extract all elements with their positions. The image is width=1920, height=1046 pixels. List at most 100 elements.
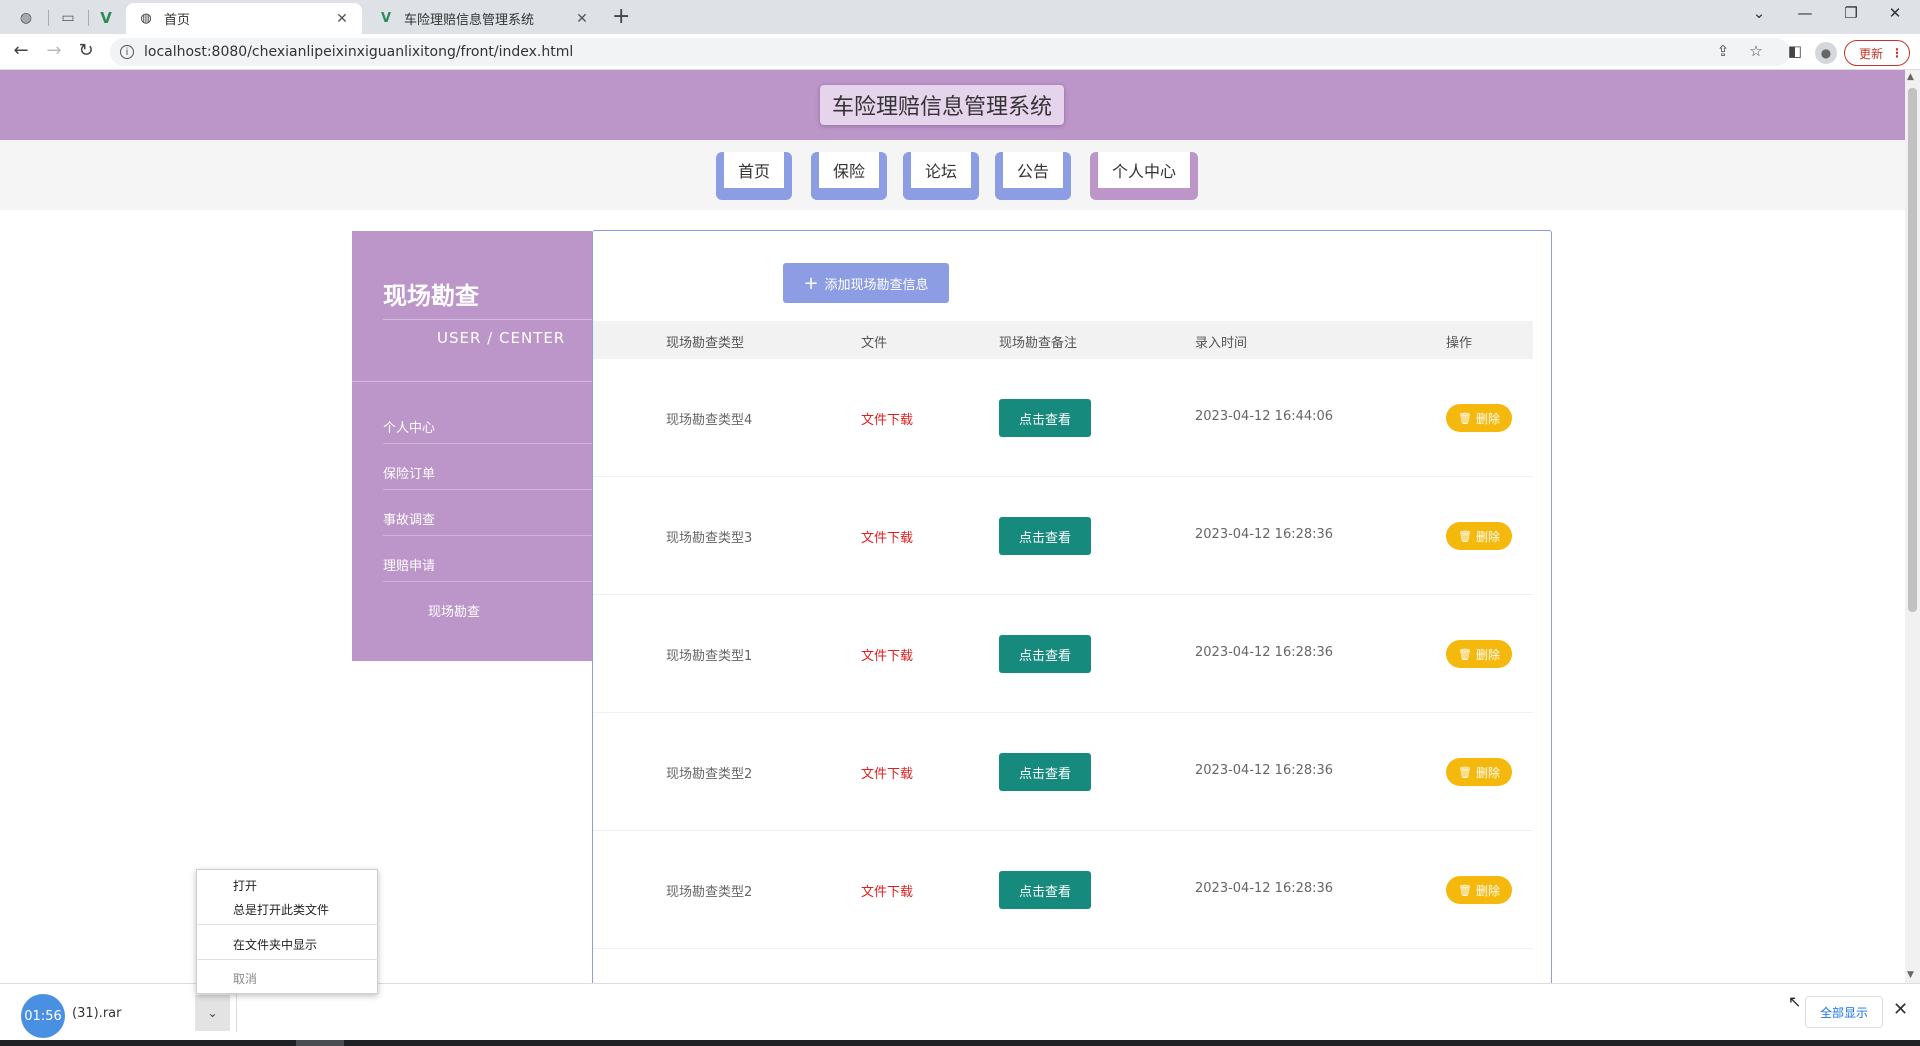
view-note-button[interactable]: 点击查看 [999,753,1091,791]
download-progress-icon[interactable]: 01:56 [21,994,65,1038]
survey-type-cell: 现场勘查类型2 [666,767,753,782]
file-download-link[interactable]: 文件下载 [861,527,913,546]
sidebar-item-insurance-orders[interactable]: 保险订单 [383,463,435,482]
menu-item-cancel[interactable]: 取消 [233,970,257,987]
add-survey-label: 添加现场勘查信息 [824,277,929,293]
forward-icon[interactable]: → [41,40,67,61]
view-note-button[interactable]: 点击查看 [999,871,1091,909]
table-row: 现场勘查类型1 文件下载 点击查看 2023-04-12 16:28:36 🗑 … [593,595,1533,713]
nav-personal-center[interactable]: 个人中心 [1090,152,1199,200]
update-label: 更新 [1859,46,1884,61]
nav-label: 保险 [819,152,880,188]
minimize-icon[interactable]: — [1790,4,1820,22]
share-icon[interactable]: ⇪ [1712,42,1734,60]
column-header: 操作 [1446,336,1473,351]
view-note-button[interactable]: 点击查看 [999,517,1091,555]
show-all-button[interactable]: 全部显示 [1805,996,1883,1028]
table-row: 现场勘查类型3 文件下载 点击查看 2023-04-12 16:28:36 🗑 … [593,477,1533,595]
scroll-down-icon[interactable]: ▼ [1907,970,1914,980]
menu-item-always-open[interactable]: 总是打开此类文件 [233,901,329,918]
delete-button[interactable]: 🗑 删除 [1446,758,1512,786]
divider [383,535,592,536]
browser-tab-bar: ◍ ▭ V ◍ 首页 ✕ V 车险理赔信息管理系统 ✕ + ⌄ — ❐ ✕ [0,0,1920,34]
column-header: 录入时间 [1195,336,1248,351]
menu-item-show-in-folder[interactable]: 在文件夹中显示 [233,936,317,953]
divider [383,581,592,582]
trash-icon: 🗑 [1458,883,1472,897]
pinned-tab-blank-icon[interactable]: ▭ [50,5,86,31]
survey-type-cell: 现场勘查类型3 [666,531,753,546]
sidebar-item-personal-center[interactable]: 个人中心 [383,417,435,436]
delete-label: 删除 [1475,411,1500,426]
nav-home[interactable]: 首页 [716,152,793,200]
close-icon[interactable]: ✕ [574,11,590,27]
delete-label: 删除 [1475,883,1500,898]
bookmark-star-icon[interactable]: ☆ [1745,42,1767,60]
delete-button[interactable]: 🗑 删除 [1446,876,1512,904]
update-button[interactable]: 更新 ⋮ [1844,40,1910,66]
scroll-up-icon[interactable]: ▲ [1907,72,1914,82]
entry-time-cell: 2023-04-12 16:44:06 [1195,409,1334,424]
browser-toolbar: ← → ↻ i localhost:8080/chexianlipeixinxi… [0,34,1920,70]
address-bar[interactable]: i localhost:8080/chexianlipeixinxiguanli… [110,38,1790,66]
entry-time-cell: 2023-04-12 16:28:36 [1195,527,1334,542]
table-row: 现场勘查类型2 文件下载 点击查看 2023-04-12 16:28:36 🗑 … [593,713,1533,831]
menu-item-open[interactable]: 打开 [233,877,257,894]
back-icon[interactable]: ← [8,40,34,61]
url-text: localhost:8080/chexianlipeixinxiguanlixi… [144,44,574,60]
globe-icon: ◍ [140,11,152,26]
divider [236,992,237,1032]
nav-forum[interactable]: 论坛 [903,152,980,200]
pinned-tab-vue-icon[interactable]: V [88,5,124,31]
nav-insurance[interactable]: 保险 [811,152,888,200]
site-info-icon[interactable]: i [120,45,134,59]
delete-button[interactable]: 🗑 删除 [1446,404,1512,432]
sidebar-item-site-survey[interactable]: 现场勘查 [428,601,480,620]
nav-label: 公告 [1003,152,1064,188]
new-tab-button[interactable]: + [612,4,630,29]
profile-avatar-icon[interactable]: ● [1815,42,1837,64]
download-filename[interactable]: (31).rar [72,1006,121,1021]
scroll-thumb[interactable] [1908,88,1917,612]
table-row: 现场勘查类型2 文件下载 点击查看 2023-04-12 16:28:36 🗑 … [593,831,1533,949]
page-scrollbar[interactable]: ▲ ▼ [1905,70,1920,983]
sidebar-item-claim-application[interactable]: 理赔申请 [383,555,435,574]
entry-time-cell: 2023-04-12 16:28:36 [1195,881,1334,896]
file-download-link[interactable]: 文件下载 [861,409,913,428]
more-menu-icon: ⋮ [1891,46,1904,60]
download-menu-chevron-icon[interactable]: ⌄ [195,995,230,1031]
tab-system[interactable]: V 车险理赔信息管理系统 ✕ [366,3,602,34]
add-survey-button[interactable]: + 添加现场勘查信息 [783,263,949,303]
delete-label: 删除 [1475,765,1500,780]
tab-home[interactable]: ◍ 首页 ✕ [126,3,362,34]
column-header: 现场勘查类型 [666,336,745,351]
entry-time-cell: 2023-04-12 16:28:36 [1195,763,1334,778]
delete-label: 删除 [1475,529,1500,544]
file-download-link[interactable]: 文件下载 [861,763,913,782]
site-title: 车险理赔信息管理系统 [820,85,1065,125]
trash-icon: 🗑 [1458,529,1472,543]
close-icon[interactable]: ✕ [334,11,350,27]
delete-button[interactable]: 🗑 删除 [1446,640,1512,668]
tab-search-chevron-icon[interactable]: ⌄ [1744,4,1774,22]
taskbar-strip [0,1040,1920,1046]
vue-icon: V [380,11,392,26]
window-close-icon[interactable]: ✕ [1880,4,1910,22]
close-download-bar-icon[interactable]: ✕ [1893,999,1908,1020]
view-note-button[interactable]: 点击查看 [999,399,1091,437]
side-panel-icon[interactable]: ◧ [1784,42,1806,60]
nav-announcement[interactable]: 公告 [995,152,1072,200]
restore-icon[interactable]: ❐ [1836,4,1866,22]
page-viewport: 车险理赔信息管理系统 首页 保险 论坛 公告 个人中心 现场勘查 USER / … [0,70,1905,983]
sidebar-item-accident-investigation[interactable]: 事故调查 [383,509,435,528]
divider [352,381,592,382]
reload-icon[interactable]: ↻ [73,40,99,61]
divider [197,924,379,925]
delete-button[interactable]: 🗑 删除 [1446,522,1512,550]
column-header: 文件 [861,336,888,351]
pinned-tab-globe-icon[interactable]: ◍ [8,5,44,31]
file-download-link[interactable]: 文件下载 [861,645,913,664]
file-download-link[interactable]: 文件下载 [861,881,913,900]
view-note-button[interactable]: 点击查看 [999,635,1091,673]
mouse-cursor-icon: ↖ [1788,992,1802,1011]
